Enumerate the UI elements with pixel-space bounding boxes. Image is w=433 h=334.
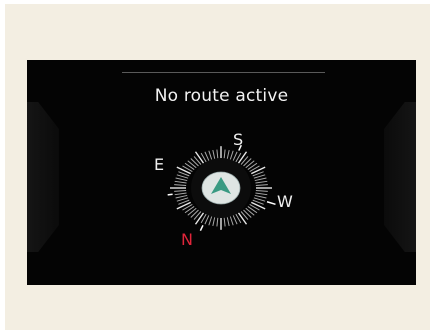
compass-tick <box>223 216 226 227</box>
compass-widget[interactable]: S E W N <box>141 120 301 280</box>
compass-tick <box>251 166 266 175</box>
compass-tick <box>255 192 268 196</box>
compass-tick <box>229 215 234 226</box>
compass-tick <box>254 177 267 182</box>
compass-tick <box>255 184 268 186</box>
compass-tick <box>216 216 219 227</box>
right-side-panel <box>384 102 416 252</box>
compass-tick <box>251 201 266 210</box>
compass-tick <box>216 149 219 160</box>
compass-tick <box>245 160 255 169</box>
compass-tick <box>237 151 248 164</box>
navigation-screen: No route active S E W N <box>27 60 416 285</box>
compass-label-west: W <box>277 192 293 211</box>
compass-tick <box>254 194 267 199</box>
compass-tick <box>176 201 191 210</box>
compass-tick <box>176 197 189 202</box>
compass-tick <box>226 149 230 160</box>
compass-tick <box>253 197 266 202</box>
compass-tick <box>176 174 189 179</box>
left-side-panel <box>27 102 59 252</box>
compass-tick <box>204 151 210 162</box>
compass-tick <box>212 216 216 227</box>
compass-tick <box>255 190 268 192</box>
compass-tick <box>187 207 197 216</box>
compass-tick <box>174 184 187 186</box>
compass-tick <box>176 166 191 175</box>
compass-tick <box>212 149 216 160</box>
route-status-text: No route active <box>154 86 289 106</box>
compass-tick <box>223 149 226 160</box>
compass-tick <box>174 180 187 184</box>
compass-tick <box>175 177 188 182</box>
compass-tick <box>229 150 234 161</box>
compass-label-east: E <box>154 155 165 174</box>
compass-tick <box>208 150 213 161</box>
compass-cardinal-tick <box>266 201 276 206</box>
compass-tick <box>208 215 213 226</box>
compass-tick <box>245 207 255 216</box>
compass-tick <box>175 194 188 199</box>
compass-label-north: N <box>181 230 193 249</box>
compass-tick <box>174 192 187 196</box>
compass-tick <box>194 212 205 225</box>
compass-tick <box>232 214 238 225</box>
compass-tick <box>174 190 187 192</box>
top-divider <box>122 72 325 73</box>
compass-tick <box>253 174 266 179</box>
compass-tick <box>232 151 238 162</box>
compass-label-south: S <box>233 130 244 149</box>
compass-cardinal-tick <box>167 193 173 196</box>
compass-tick <box>194 151 205 164</box>
compass-tick <box>187 160 197 169</box>
compass-tick <box>204 214 210 225</box>
compass-cardinal-tick <box>199 225 204 232</box>
compass-tick <box>255 180 268 184</box>
compass-tick <box>226 216 230 227</box>
compass-tick <box>237 212 248 225</box>
